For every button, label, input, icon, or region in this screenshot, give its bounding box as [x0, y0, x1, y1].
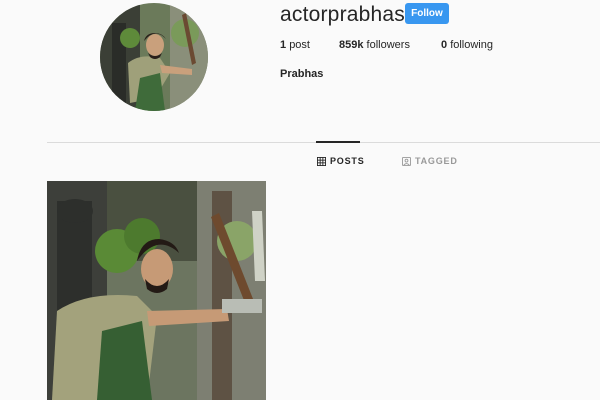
active-tab-indicator [316, 141, 360, 143]
post-thumbnail[interactable] [47, 181, 266, 400]
posts-count: 1 post [280, 39, 310, 51]
posts-count-label: post [289, 39, 310, 51]
profile-full-name: Prabhas [280, 68, 324, 80]
following-count-value: 0 [441, 39, 448, 51]
followers-count-label: followers [366, 39, 410, 51]
tag-icon [402, 156, 411, 166]
tab-posts-label: POSTS [330, 156, 365, 166]
profile-username: actorprabhas [280, 3, 405, 26]
posts-count-value: 1 [280, 39, 287, 51]
following-count-label: following [450, 39, 493, 51]
following-link[interactable]: 0 following [441, 39, 493, 51]
tab-tagged[interactable]: TAGGED [402, 156, 458, 166]
follow-button[interactable]: Follow [405, 3, 449, 24]
profile-avatar[interactable] [100, 3, 208, 111]
followers-link[interactable]: 859k followers [339, 39, 410, 51]
grid-icon [317, 156, 326, 166]
tab-posts[interactable]: POSTS [317, 156, 365, 166]
followers-count-value: 859k [339, 39, 364, 51]
tab-tagged-label: TAGGED [415, 156, 458, 166]
